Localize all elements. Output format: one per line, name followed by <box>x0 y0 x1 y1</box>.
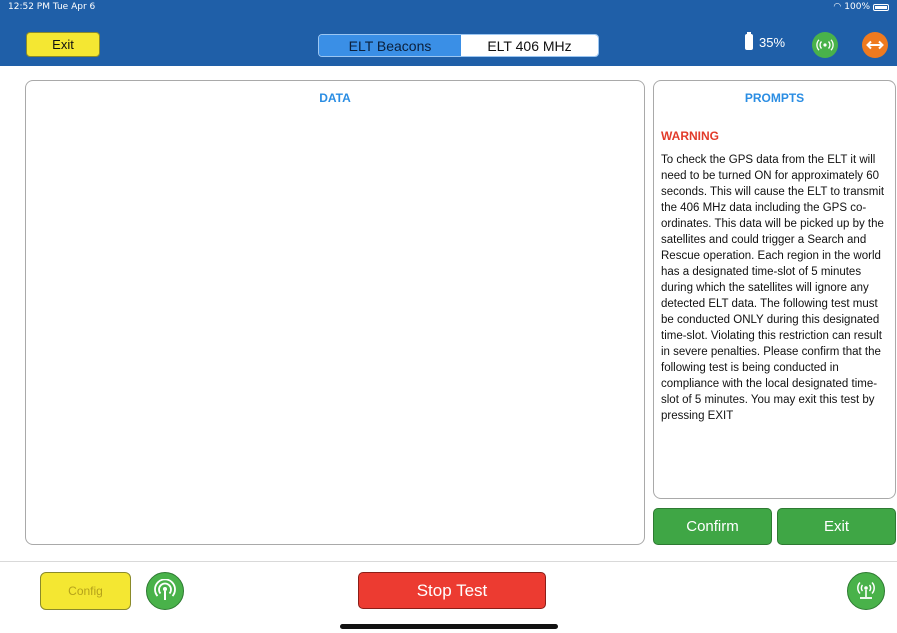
exit-button[interactable]: Exit <box>26 32 100 57</box>
data-panel: DATA <box>25 80 645 545</box>
prompts-panel-title: PROMPTS <box>744 91 805 105</box>
radio-signal-icon[interactable] <box>812 32 838 58</box>
horizontal-arrows-icon[interactable] <box>862 32 888 58</box>
top-bar: 12:52 PM Tue Apr 6 ◠ 100% Exit ELT Beaco… <box>0 0 897 66</box>
app-window: 12:52 PM Tue Apr 6 ◠ 100% Exit ELT Beaco… <box>0 0 897 633</box>
antenna-glyph <box>154 579 176 600</box>
segment-elt-406mhz[interactable]: ELT 406 MHz <box>461 35 598 56</box>
beacon-type-segmented-control: ELT Beacons ELT 406 MHz <box>318 34 599 57</box>
device-battery: 35% <box>745 32 786 50</box>
battery-percent: 35% <box>759 34 786 50</box>
radio-signal-glyph <box>816 39 834 51</box>
beacon-glyph <box>857 581 875 599</box>
status-indicators: ◠ 100% <box>833 2 889 12</box>
confirm-button[interactable]: Confirm <box>653 508 772 545</box>
stop-test-button[interactable]: Stop Test <box>358 572 546 609</box>
antenna-icon[interactable] <box>146 572 184 610</box>
battery-icon <box>745 32 753 50</box>
wifi-icon: ◠ <box>833 2 842 12</box>
home-indicator <box>340 624 558 629</box>
warning-heading: WARNING <box>661 129 719 143</box>
warning-message: To check the GPS data from the ELT it wi… <box>661 154 885 422</box>
segment-elt-beacons[interactable]: ELT Beacons <box>319 35 461 56</box>
status-battery-percent: 100% <box>844 2 870 12</box>
config-button[interactable]: Config <box>40 572 131 610</box>
bottom-divider <box>0 561 897 562</box>
exit-test-button[interactable]: Exit <box>777 508 896 545</box>
status-battery-icon <box>873 3 889 11</box>
prompts-panel: PROMPTS WARNING To check the GPS data fr… <box>653 80 896 499</box>
beacon-icon[interactable] <box>847 572 885 610</box>
status-time: 12:52 PM Tue Apr 6 <box>8 2 96 12</box>
data-panel-title: DATA <box>319 91 351 105</box>
arrows-glyph <box>866 40 884 50</box>
